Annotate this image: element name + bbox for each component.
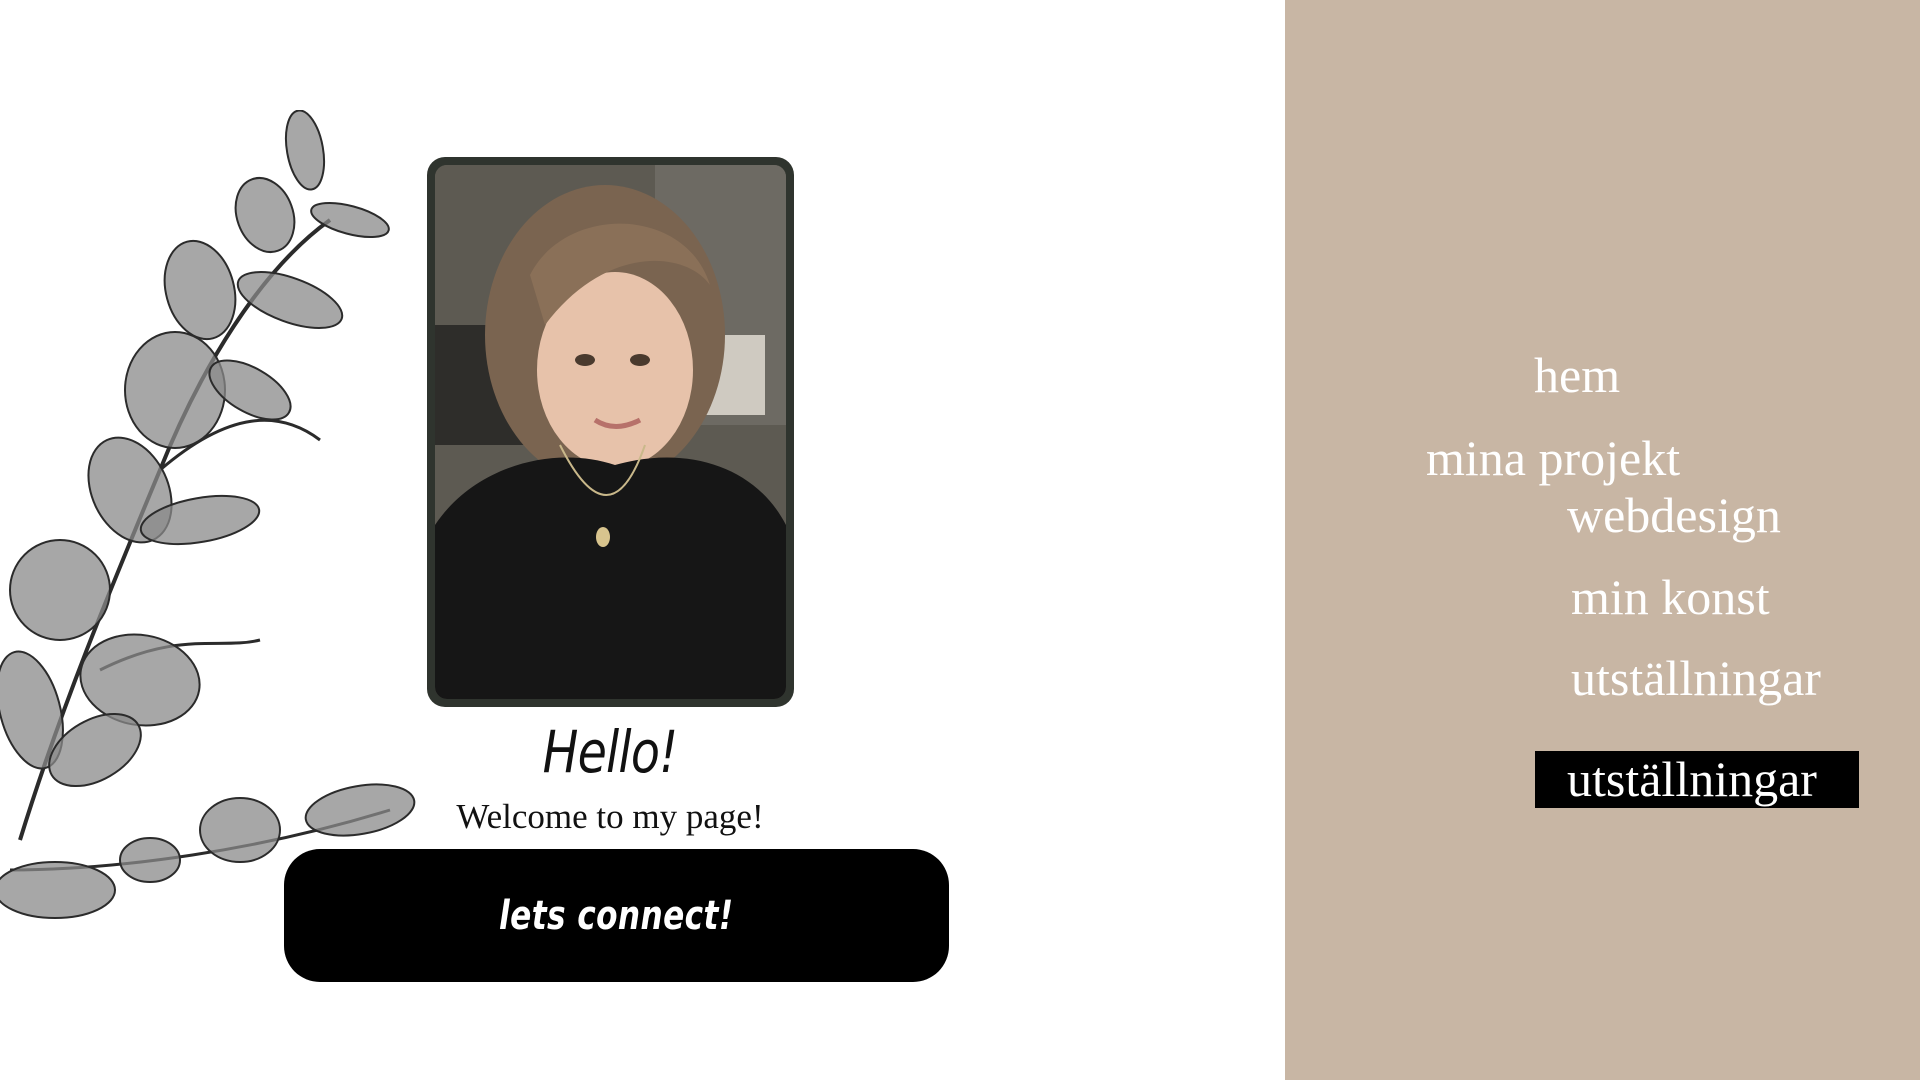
portrait-illustration: [435, 165, 786, 699]
nav-panel: hem mina projekt webdesign min konst uts…: [1285, 0, 1920, 1080]
nav-item-min-konst[interactable]: min konst: [1571, 572, 1770, 622]
profile-photo-frame: [427, 157, 794, 707]
nav-item-mina-projekt[interactable]: mina projekt: [1426, 433, 1680, 483]
page: Hello! Welcome to my page! lets connect!…: [0, 0, 1920, 1080]
nav-item-hem[interactable]: hem: [1534, 350, 1620, 400]
nav-item-active[interactable]: utställningar: [1535, 751, 1859, 808]
greeting-heading: Hello!: [542, 718, 679, 786]
nav-item-utstallningar[interactable]: utställningar: [1571, 653, 1821, 703]
lets-connect-button[interactable]: lets connect!: [284, 849, 949, 982]
profile-photo: [435, 165, 786, 699]
lets-connect-label: lets connect!: [499, 892, 734, 939]
nav-item-active-label: utställningar: [1567, 751, 1817, 807]
welcome-text: Welcome to my page!: [456, 797, 764, 836]
nav-item-webdesign[interactable]: webdesign: [1567, 490, 1781, 540]
